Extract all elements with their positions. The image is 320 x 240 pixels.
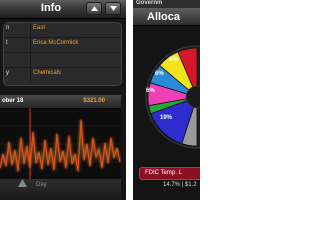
- info-value: East: [33, 25, 46, 31]
- position-marker-icon[interactable]: [18, 179, 27, 187]
- spending-line-chart[interactable]: [0, 108, 121, 179]
- selected-allocation-badge[interactable]: FDIC Temp. L: [139, 167, 200, 180]
- chart-axis-bar: Day: [0, 179, 121, 200]
- axis-day-label: Day: [36, 182, 47, 188]
- allocation-pie-chart[interactable]: [133, 27, 200, 165]
- info-value: Erica McCormick: [33, 40, 79, 46]
- info-value: Chemicals: [33, 70, 62, 76]
- slice-label: 6%: [155, 71, 164, 77]
- divider: [30, 38, 31, 52]
- info-key: n: [6, 25, 10, 31]
- info-key: y: [6, 70, 9, 76]
- chart-header: ober 18 $321.00: [0, 95, 121, 109]
- legend-label: FDIC Temp. L: [145, 170, 182, 176]
- allocation-stat: 14.7% | $1.2: [163, 182, 197, 188]
- banner-text: Governm: [136, 0, 163, 6]
- prev-button[interactable]: [86, 2, 102, 15]
- next-button[interactable]: [105, 2, 121, 15]
- page-title: Alloca: [147, 11, 181, 23]
- nav-bar: Alloca: [133, 8, 200, 26]
- slice-label: 19%: [160, 115, 173, 121]
- info-row[interactable]: y Chemicals: [4, 68, 121, 82]
- info-row[interactable]: n East: [4, 23, 121, 38]
- arrow-up-icon: [91, 6, 98, 11]
- divider: [30, 53, 31, 67]
- right-screen: Governm Alloca 6% 6% 6% 19% FDIC Temp. L…: [133, 0, 200, 200]
- divider: [30, 68, 31, 82]
- arrow-down-icon: [110, 6, 117, 11]
- chart-date-label: ober 18: [2, 98, 24, 104]
- spending-series-glow: [0, 119, 121, 172]
- slice-label: 6%: [146, 88, 155, 94]
- left-screen: Info n East t Erica McCormick y Chemical…: [0, 0, 126, 200]
- info-key: t: [6, 40, 8, 46]
- top-banner: Governm: [133, 0, 200, 8]
- divider: [30, 23, 31, 37]
- info-panel: n East t Erica McCormick y Chemicals: [3, 22, 122, 86]
- nav-bar: Info: [0, 0, 126, 19]
- page-title: Info: [40, 2, 62, 14]
- chart-amount: $321.00: [83, 98, 105, 104]
- info-row[interactable]: [4, 53, 121, 68]
- slice-label: 6%: [169, 57, 178, 63]
- info-row[interactable]: t Erica McCormick: [4, 38, 121, 53]
